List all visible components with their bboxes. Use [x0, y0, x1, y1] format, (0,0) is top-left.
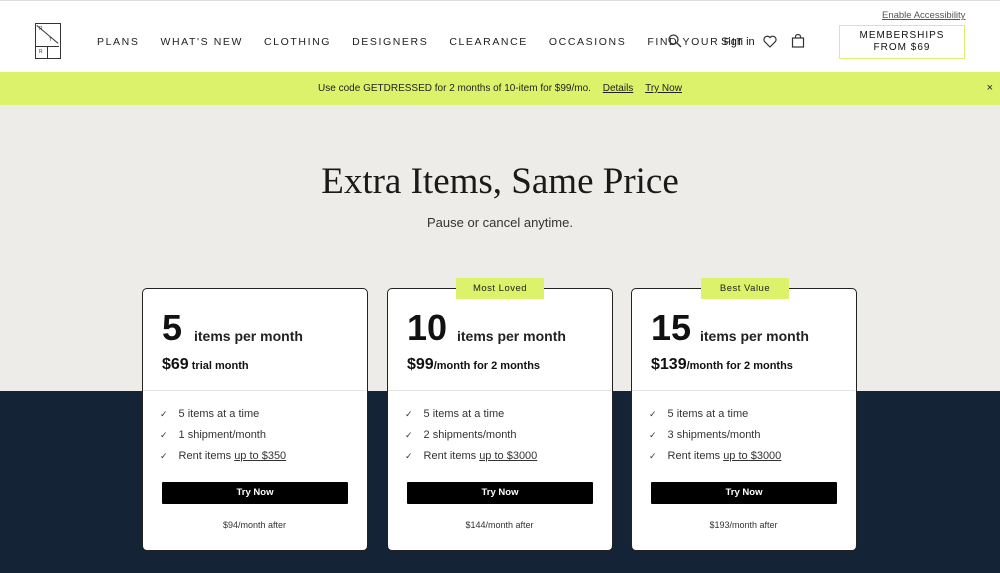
plan-count-label: items per month [457, 328, 566, 344]
most-loved-badge: Most Loved [456, 278, 544, 299]
plan-feature: ✓ 5 items at a time [160, 408, 260, 420]
plan-feature: ✓ 3 shipments/month [649, 429, 761, 441]
check-icon: ✓ [160, 409, 168, 419]
plan-price-note: /month for 2 months [686, 360, 793, 372]
plan-price-note: /month for 2 months [433, 360, 541, 372]
memberships-button[interactable]: MEMBERSHIPS FROM $69 [839, 25, 965, 59]
divider [632, 390, 855, 391]
plan-price: $139/month for 2 months [651, 356, 793, 374]
nav-designers[interactable]: DESIGNERS [352, 36, 428, 48]
plan-card-5: 5 items per month $69 trial month ✓ 5 ite… [142, 288, 368, 551]
best-value-badge: Best Value [701, 278, 789, 299]
divider [388, 390, 611, 391]
nav-plans[interactable]: PLANS [97, 36, 139, 48]
rent-value-link[interactable]: up to $3000 [479, 450, 537, 462]
enable-accessibility-link[interactable]: Enable Accessibility [882, 10, 965, 21]
plan-after-price: $94/month after [222, 520, 287, 530]
search-icon[interactable] [668, 34, 682, 48]
plan-feature: ✓ Rent items up to $350 [160, 450, 287, 462]
promo-banner: Use code GETDRESSED for 2 months of 10-i… [0, 72, 1000, 105]
plan-feature: ✓ 2 shipments/month [405, 429, 517, 441]
site-header: R T R PLANS WHAT'S NEW CLOTHING DESIGNER… [0, 0, 1000, 72]
plan-feature: ✓ Rent items up to $3000 [405, 450, 538, 462]
logo-letter: R [39, 26, 43, 32]
try-now-button[interactable]: Try Now [407, 482, 593, 504]
bag-icon[interactable] [791, 34, 805, 48]
close-icon[interactable]: × [987, 72, 993, 105]
check-icon: ✓ [405, 409, 413, 419]
divider [143, 390, 366, 391]
plan-count: 10 [407, 307, 448, 348]
rent-value-link[interactable]: up to $3000 [723, 450, 781, 462]
check-icon: ✓ [649, 451, 657, 461]
plan-price: $69 trial month [162, 356, 249, 374]
nav-clearance[interactable]: CLEARANCE [449, 36, 528, 48]
check-icon: ✓ [160, 451, 168, 461]
plan-count: 15 [651, 307, 692, 348]
plan-feature: ✓ 5 items at a time [405, 408, 505, 420]
plan-price-value: $99 [407, 356, 434, 373]
logo[interactable]: R T R [35, 23, 61, 59]
plan-card-10: 10 items per month $99/month for 2 month… [387, 288, 613, 551]
check-icon: ✓ [405, 430, 413, 440]
rent-value-link[interactable]: up to $350 [234, 450, 286, 462]
plan-count-label: items per month [194, 328, 303, 344]
promo-try-now-link[interactable]: Try Now [645, 83, 682, 94]
check-icon: ✓ [649, 430, 657, 440]
plan-price: $99/month for 2 months [407, 356, 540, 374]
plan-price-value: $139 [651, 356, 687, 373]
heart-icon[interactable] [763, 35, 777, 48]
sign-in-link[interactable]: Sign in [721, 36, 755, 48]
try-now-button[interactable]: Try Now [651, 482, 837, 504]
check-icon: ✓ [649, 409, 657, 419]
memberships-price: FROM $69 [873, 42, 931, 53]
plan-after-price: $144/month after [465, 520, 534, 530]
page-subtitle: Pause or cancel anytime. [427, 215, 573, 230]
nav-whats-new[interactable]: WHAT'S NEW [160, 36, 243, 48]
plan-price-value: $69 [162, 356, 189, 373]
logo-letter: R [39, 49, 43, 55]
check-icon: ✓ [405, 451, 413, 461]
plan-after-price: $193/month after [709, 520, 778, 530]
plan-count-label: items per month [700, 328, 809, 344]
plan-feature: ✓ 1 shipment/month [160, 429, 266, 441]
plan-price-note: trial month [188, 360, 249, 372]
memberships-label: MEMBERSHIPS [859, 30, 945, 41]
page-title: Extra Items, Same Price [321, 161, 679, 202]
plan-feature: ✓ 5 items at a time [649, 408, 749, 420]
nav-occasions[interactable]: OCCASIONS [549, 36, 626, 48]
plan-card-15: 15 items per month $139/month for 2 mont… [631, 288, 857, 551]
try-now-button[interactable]: Try Now [162, 482, 348, 504]
main-nav: PLANS WHAT'S NEW CLOTHING DESIGNERS CLEA… [97, 36, 765, 48]
promo-details-link[interactable]: Details [603, 83, 634, 94]
plan-count: 5 [162, 307, 183, 348]
nav-clothing[interactable]: CLOTHING [264, 36, 331, 48]
check-icon: ✓ [160, 430, 168, 440]
plan-feature: ✓ Rent items up to $3000 [649, 450, 782, 462]
logo-letter: T [49, 37, 53, 43]
promo-text: Use code GETDRESSED for 2 months of 10-i… [318, 83, 591, 94]
